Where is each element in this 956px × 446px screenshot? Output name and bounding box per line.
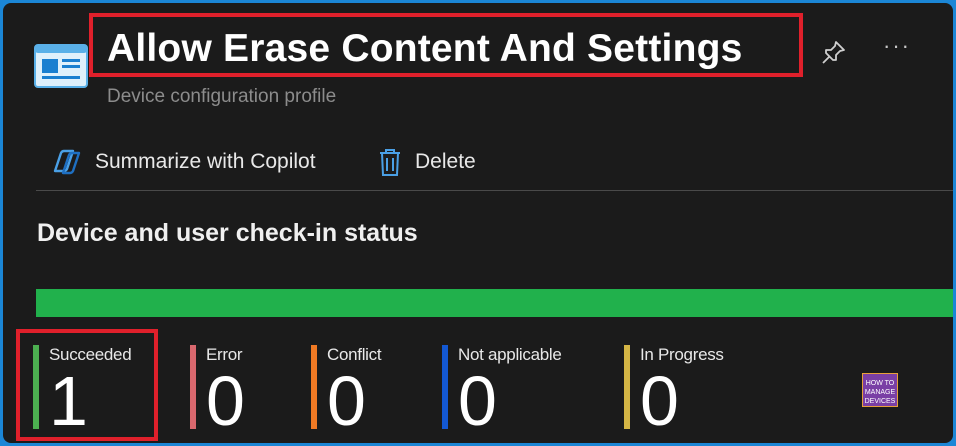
stat-error-accent <box>190 345 196 429</box>
stat-error-value: 0 <box>206 362 245 440</box>
check-in-status-bar <box>36 289 953 317</box>
watermark-line-2: MANAGE <box>864 389 896 396</box>
profile-panel: Allow Erase Content And Settings Device … <box>3 3 953 443</box>
watermark-line-3: DEVICES <box>864 398 896 405</box>
stat-not-applicable-accent <box>442 345 448 429</box>
stat-in-progress-accent <box>624 345 630 429</box>
status-bar-segment-succeeded <box>36 289 953 317</box>
summarize-copilot-button[interactable]: Summarize with Copilot <box>49 145 316 179</box>
section-title: Device and user check-in status <box>37 219 418 247</box>
copilot-button-label: Summarize with Copilot <box>95 150 316 173</box>
pin-icon[interactable] <box>821 39 847 65</box>
stat-not-applicable-value: 0 <box>458 362 497 440</box>
more-options-icon[interactable]: ··· <box>883 33 911 59</box>
delete-button[interactable]: Delete <box>377 145 476 179</box>
watermark-line-1: HOW TO <box>865 380 895 387</box>
copilot-icon <box>53 149 81 175</box>
stat-in-progress-value: 0 <box>640 362 679 440</box>
trash-icon <box>380 149 400 176</box>
watermark-logo: HOW TO MANAGE DEVICES <box>862 373 898 407</box>
page-subtitle: Device configuration profile <box>107 86 337 107</box>
delete-button-label: Delete <box>415 150 476 173</box>
succeeded-highlight <box>16 329 158 441</box>
page-title: Allow Erase Content And Settings <box>107 27 743 70</box>
profile-settings-icon <box>34 44 88 88</box>
stat-conflict-accent <box>311 345 317 429</box>
stat-conflict-value: 0 <box>327 362 366 440</box>
toolbar-divider <box>36 190 953 191</box>
